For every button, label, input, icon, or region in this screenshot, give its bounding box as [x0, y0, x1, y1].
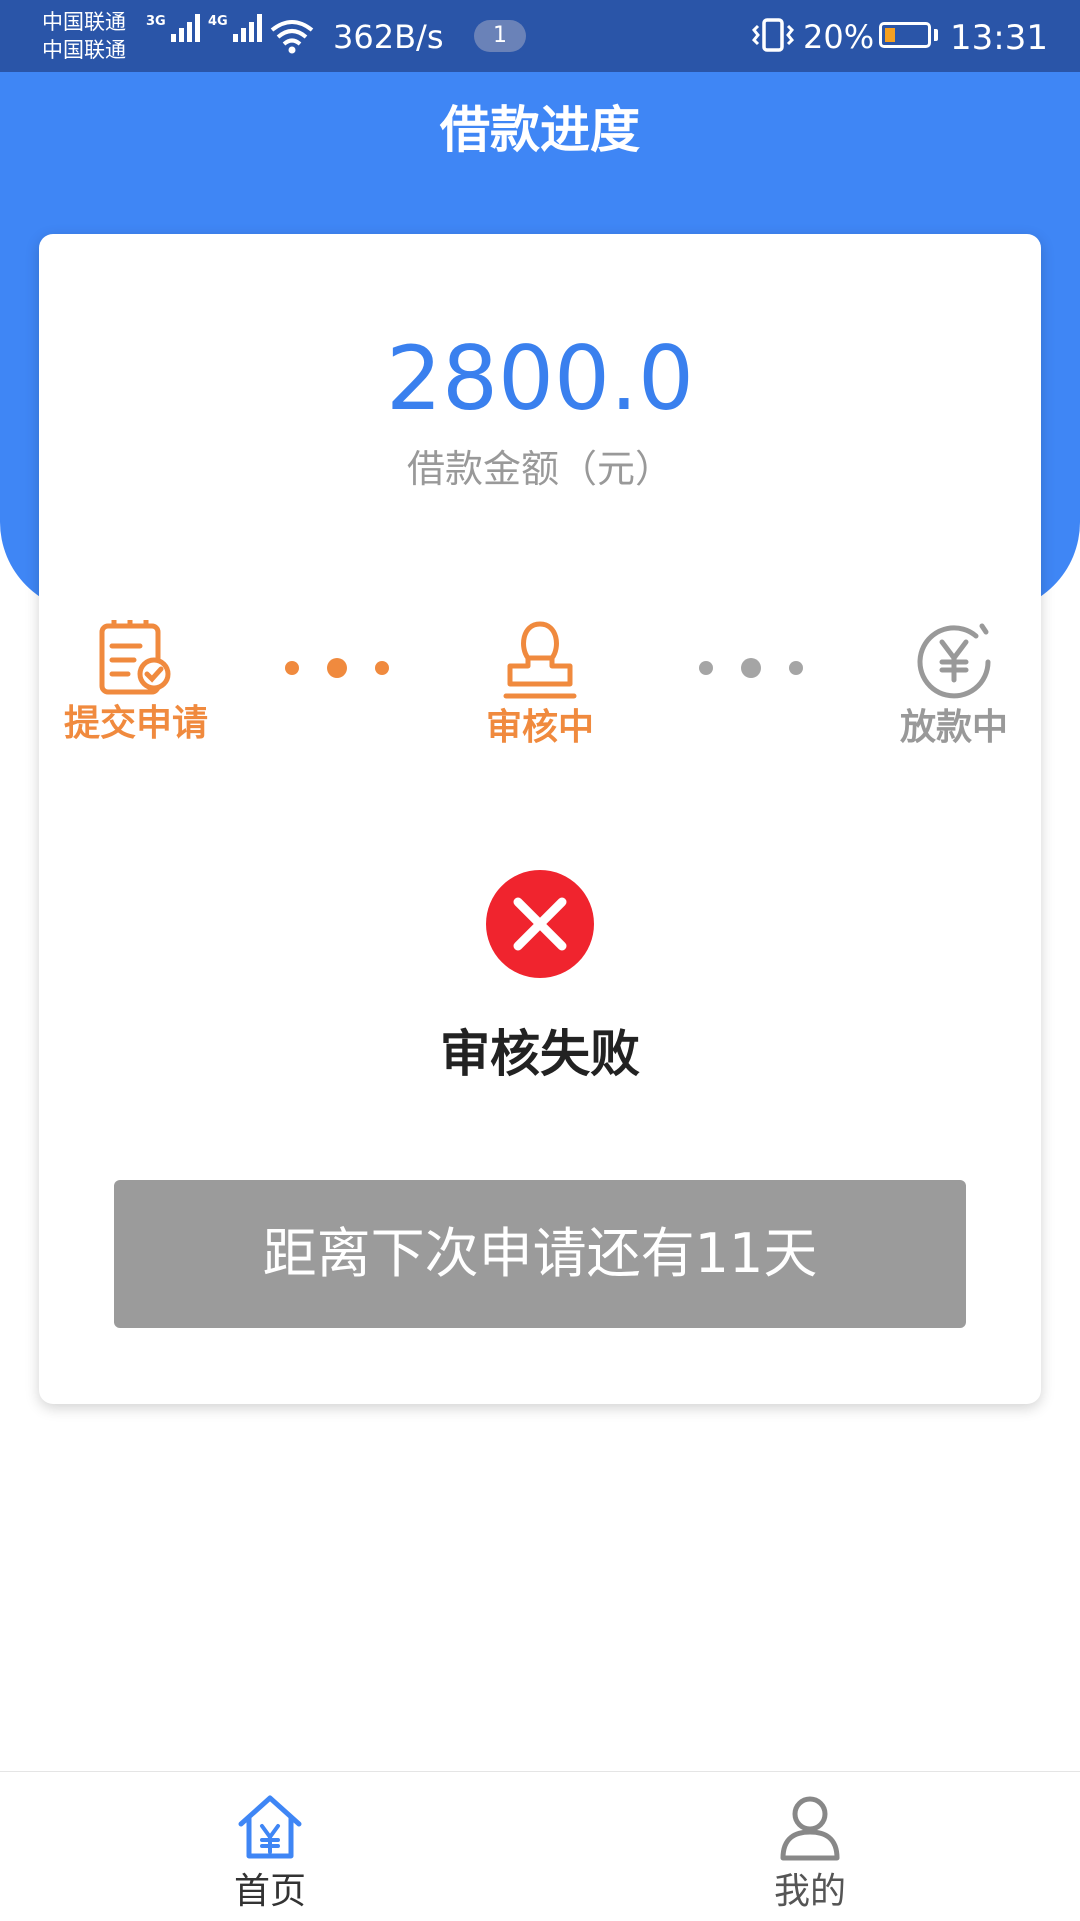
loan-amount-label: 借款金额（元） — [406, 447, 673, 491]
nav-item-mine[interactable]: 我的 — [710, 1792, 910, 1914]
document-check-icon — [99, 620, 171, 695]
loan-progress-card: 2800.0 借款金额（元） 提交申请 审核中 放款中 审核失败 距离下次申请还… — [39, 234, 1041, 1404]
network-type-1: 3G — [146, 14, 166, 29]
home-yuan-icon — [238, 1795, 302, 1859]
step-under-review: 审核中 — [465, 618, 615, 750]
notification-badge: 1 — [474, 20, 526, 52]
signal-1-icon: 3G — [146, 14, 200, 42]
carrier-info: 中国联通 中国联通 — [42, 8, 126, 64]
signal-2-icon: 4G — [208, 14, 262, 42]
next-apply-button[interactable]: 距离下次申请还有11天 — [114, 1180, 966, 1328]
wifi-icon — [270, 20, 314, 54]
step-submit-application: 提交申请 — [61, 618, 211, 746]
stamp-icon — [503, 621, 577, 699]
review-status-text: 审核失败 — [440, 1025, 640, 1083]
network-type-2: 4G — [208, 14, 228, 29]
bottom-navigation: 首页 我的 — [0, 1771, 1080, 1921]
step-label-disbursing: 放款中 — [899, 707, 1008, 748]
page-title: 借款进度 — [440, 101, 640, 159]
step-disbursing: 放款中 — [879, 618, 1029, 750]
battery-percent: 20% — [803, 18, 875, 56]
progress-dots-2 — [685, 658, 817, 678]
carrier-1: 中国联通 — [42, 10, 126, 34]
clock: 13:31 — [950, 18, 1048, 58]
carrier-2: 中国联通 — [42, 38, 126, 62]
loan-amount: 2800.0 — [386, 327, 694, 430]
progress-dots-1 — [271, 658, 403, 678]
user-icon — [780, 1796, 840, 1861]
status-bar: 中国联通 中国联通 3G 4G 362B/s 1 20% 13:31 — [0, 0, 1080, 72]
nav-item-home[interactable]: 首页 — [170, 1792, 370, 1914]
battery-icon — [879, 22, 931, 48]
yuan-coin-icon — [917, 623, 991, 699]
vibrate-icon — [751, 18, 795, 52]
step-label-submit: 提交申请 — [63, 703, 208, 744]
nav-label-mine: 我的 — [773, 1871, 846, 1912]
network-speed: 362B/s — [333, 18, 444, 56]
step-label-review: 审核中 — [485, 707, 594, 748]
error-x-icon — [486, 870, 594, 978]
nav-label-home: 首页 — [233, 1871, 306, 1912]
